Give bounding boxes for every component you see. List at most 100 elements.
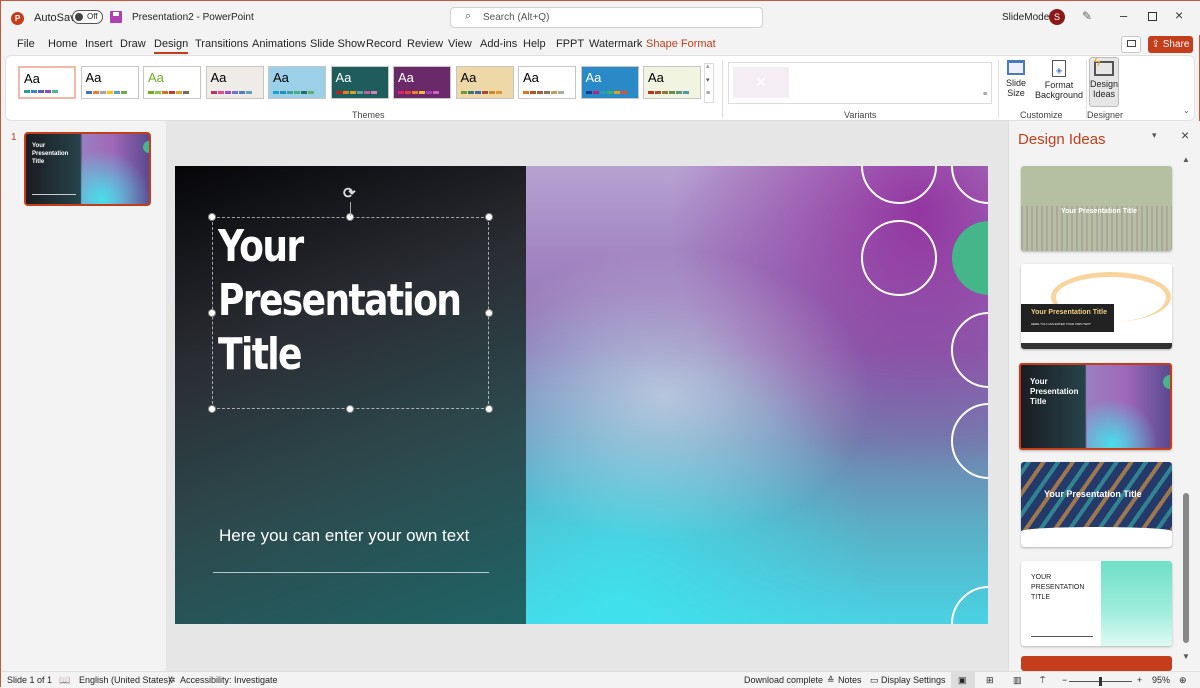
collapse-ribbon-icon[interactable]: ⌄ xyxy=(1183,106,1190,115)
accessibility-status[interactable]: Accessibility: Investigate xyxy=(180,675,278,685)
pane-close-icon[interactable]: × xyxy=(1181,127,1189,143)
resize-handle[interactable] xyxy=(485,405,493,413)
slide-title[interactable]: Your Presentation Title xyxy=(218,220,462,382)
maximize-icon[interactable] xyxy=(1148,12,1157,21)
tab-insert[interactable]: Insert xyxy=(85,38,113,50)
design-ideas-label: Design Ideas xyxy=(1090,79,1119,99)
tab-view[interactable]: View xyxy=(448,38,472,50)
theme-thumbnail[interactable]: Aa xyxy=(143,66,201,99)
resize-handle[interactable] xyxy=(485,213,493,221)
color-swatch xyxy=(176,91,182,94)
tab-file[interactable]: File xyxy=(17,38,35,50)
pen-icon[interactable]: ✎ xyxy=(1082,9,1092,23)
minimize-icon[interactable]: – xyxy=(1120,8,1127,23)
zoom-slider-thumb[interactable] xyxy=(1099,677,1102,686)
tab-animations[interactable]: Animations xyxy=(252,38,306,50)
theme-thumbnail[interactable]: Aa xyxy=(643,66,701,99)
color-swatch xyxy=(38,90,44,93)
gallery-down-icon[interactable]: ▾ xyxy=(706,76,710,84)
tab-review[interactable]: Review xyxy=(407,38,443,50)
theme-thumbnail[interactable]: Aa xyxy=(330,66,389,99)
theme-thumbnail[interactable]: Aa xyxy=(580,66,639,99)
theme-thumbnail[interactable]: Aa xyxy=(205,66,264,99)
idea-title: Your Presentation Title xyxy=(1044,489,1142,499)
design-idea-6-partial[interactable] xyxy=(1021,656,1172,671)
account-name[interactable]: SlideModel xyxy=(1002,12,1051,23)
pane-options-icon[interactable]: ▾ xyxy=(1152,130,1157,141)
resize-handle[interactable] xyxy=(208,309,216,317)
format-background-label: Format Background xyxy=(1034,80,1084,100)
idea-title: Your Presentation Title xyxy=(1030,377,1079,406)
design-idea-2[interactable]: Your Presentation Title HERE YOU CAN ENT… xyxy=(1021,264,1172,349)
display-settings-button[interactable]: Display Settings xyxy=(881,675,946,685)
variants-scroll-icon[interactable]: ≡ xyxy=(983,91,987,98)
notes-button[interactable]: Notes xyxy=(838,675,862,685)
slide-sorter-icon[interactable]: ⊞ xyxy=(986,675,994,686)
notes-icon: ≙ xyxy=(827,675,835,685)
resize-handle[interactable] xyxy=(485,309,493,317)
tab-slide-show[interactable]: Slide Show xyxy=(310,38,365,50)
tab-fppt[interactable]: FPPT xyxy=(556,38,584,50)
gallery-up-icon[interactable]: ▴ xyxy=(706,62,710,70)
avatar[interactable]: S xyxy=(1049,9,1065,25)
theme-thumbnail[interactable]: Aa xyxy=(18,66,76,99)
theme-thumbnail[interactable]: Aa xyxy=(80,66,139,99)
themes-group-label: Themes xyxy=(352,110,385,120)
tab-record[interactable]: Record xyxy=(366,38,401,50)
theme-thumbnail[interactable]: Aa xyxy=(518,66,576,99)
resize-handle[interactable] xyxy=(208,213,216,221)
search-box[interactable]: ⌕ Search (Alt+Q) xyxy=(450,7,763,28)
theme-sample-text: Aa xyxy=(148,70,164,85)
variants-gallery[interactable]: × ≡ xyxy=(728,62,992,104)
tab-shape-format[interactable]: Shape Format xyxy=(646,38,716,50)
tab-home[interactable]: Home xyxy=(48,38,77,50)
slide-size-button[interactable]: Slide Size xyxy=(1001,60,1031,98)
slide[interactable]: Your Presentation Title ⟳ Here you can e… xyxy=(175,166,988,624)
slide-thumbnail[interactable]: Your Presentation Title xyxy=(24,132,151,206)
tab-add-ins[interactable]: Add-ins xyxy=(480,38,517,50)
comments-button[interactable] xyxy=(1121,36,1141,53)
rotate-handle-icon[interactable]: ⟳ xyxy=(343,184,356,202)
title-placeholder[interactable]: Your Presentation Title xyxy=(212,217,489,409)
color-swatch xyxy=(52,90,58,93)
reading-view-icon[interactable]: ▥ xyxy=(1013,675,1022,686)
share-button[interactable]: ⇪ Share xyxy=(1148,36,1193,53)
language-indicator[interactable]: English (United States) xyxy=(79,675,171,685)
zoom-out-icon[interactable]: − xyxy=(1062,675,1067,685)
theme-thumbnail[interactable]: Aa xyxy=(268,66,326,99)
autosave-toggle[interactable]: Off xyxy=(72,10,103,24)
color-swatch xyxy=(488,91,495,94)
tab-help[interactable]: Help xyxy=(523,38,546,50)
design-idea-5[interactable]: YOUR PRESENTATION TITLE xyxy=(1021,561,1172,646)
design-idea-4[interactable]: Your Presentation Title xyxy=(1021,462,1172,547)
scroll-up-icon[interactable]: ▲ xyxy=(1182,155,1190,164)
zoom-in-icon[interactable]: + xyxy=(1137,675,1142,685)
color-swatch xyxy=(294,91,300,94)
tab-design[interactable]: Design xyxy=(154,38,189,54)
gallery-more-icon[interactable]: ≡ xyxy=(706,90,710,97)
tab-draw[interactable]: Draw xyxy=(120,38,146,50)
title-line: Title xyxy=(218,329,303,380)
color-swatch xyxy=(523,91,529,94)
theme-sample-text: Aa xyxy=(273,70,289,85)
design-idea-3-selected[interactable]: Your Presentation Title xyxy=(1019,363,1172,450)
zoom-level[interactable]: 95% xyxy=(1152,675,1170,685)
theme-thumbnail[interactable]: Aa xyxy=(455,66,514,99)
resize-handle[interactable] xyxy=(346,405,354,413)
close-icon[interactable]: × xyxy=(1175,7,1183,23)
fit-to-window-icon[interactable]: ⊕ xyxy=(1179,675,1187,686)
theme-thumbnail[interactable]: Aa xyxy=(393,66,451,99)
format-background-button[interactable]: ◈ Format Background xyxy=(1034,60,1084,100)
resize-handle[interactable] xyxy=(208,405,216,413)
slideshow-icon[interactable]: ⍑ xyxy=(1040,675,1045,686)
design-ideas-button[interactable]: ϟ Design Ideas xyxy=(1089,56,1119,107)
scroll-down-icon[interactable]: ▼ xyxy=(1182,652,1190,661)
theme-color-swatches xyxy=(398,91,439,94)
design-idea-1[interactable]: Your Presentation Title xyxy=(1021,166,1172,251)
pane-scrollbar[interactable] xyxy=(1183,493,1189,643)
spellcheck-icon[interactable]: 📖 xyxy=(59,675,70,686)
tab-transitions[interactable]: Transitions xyxy=(195,38,248,50)
save-icon[interactable] xyxy=(110,11,122,23)
slide-subtitle[interactable]: Here you can enter your own text xyxy=(219,526,469,546)
tab-watermark[interactable]: Watermark xyxy=(589,38,642,50)
